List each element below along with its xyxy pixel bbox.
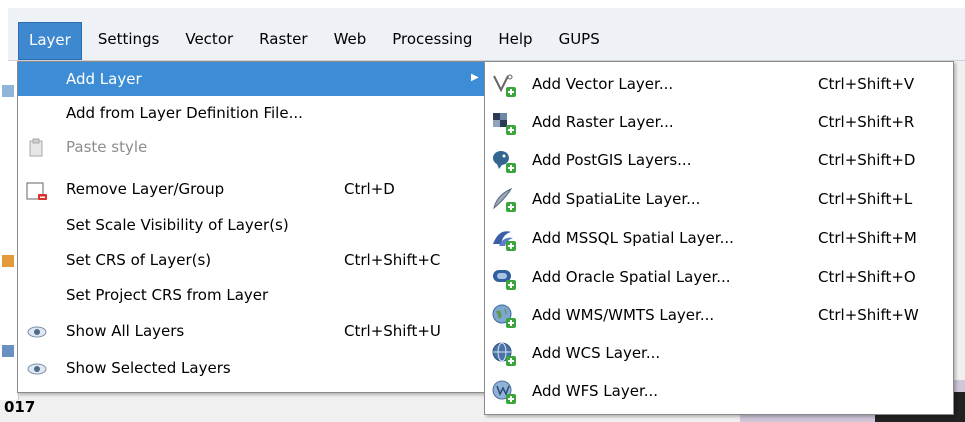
- menu-item-add-from-layer-definition[interactable]: Add from Layer Definition File...: [18, 96, 484, 130]
- remove-layer-icon: [26, 180, 47, 200]
- menu-raster[interactable]: Raster: [249, 22, 317, 58]
- menu-item-label: Add MSSQL Spatial Layer...: [532, 229, 734, 247]
- background-label: 017: [4, 398, 36, 416]
- clipboard-icon: [26, 138, 46, 158]
- spatialite-icon: [491, 187, 516, 212]
- vector-layer-icon: [491, 72, 516, 97]
- wcs-icon: [491, 341, 516, 366]
- menu-item-add-layer[interactable]: Add Layer ▶: [18, 62, 484, 96]
- menu-gups[interactable]: GUPS: [549, 22, 610, 58]
- layer-menu: Add Layer ▶ Add from Layer Definition Fi…: [17, 61, 485, 393]
- menu-layer[interactable]: Layer: [18, 22, 82, 60]
- menu-item-label: Remove Layer/Group: [66, 180, 225, 198]
- shortcut-label: Ctrl+Shift+C: [344, 251, 441, 269]
- menu-web[interactable]: Web: [324, 22, 377, 58]
- postgis-icon: [491, 148, 516, 173]
- eye-icon: [26, 322, 47, 342]
- shortcut-label: Ctrl+Shift+M: [818, 229, 917, 247]
- menu-item-add-spatialite-layer[interactable]: Add SpatiaLite Layer... Ctrl+Shift+L: [485, 181, 953, 215]
- mssql-icon: [491, 226, 516, 251]
- raster-layer-icon: [491, 110, 516, 135]
- shortcut-label: Ctrl+Shift+D: [818, 151, 916, 169]
- menu-item-set-project-crs[interactable]: Set Project CRS from Layer: [18, 278, 484, 312]
- menu-item-label: Paste style: [66, 138, 148, 156]
- menu-item-add-oracle-spatial-layer[interactable]: Add Oracle Spatial Layer... Ctrl+Shift+O: [485, 259, 953, 293]
- menu-item-add-postgis-layers[interactable]: Add PostGIS Layers... Ctrl+Shift+D: [485, 142, 953, 176]
- menu-item-add-mssql-spatial-layer[interactable]: Add MSSQL Spatial Layer... Ctrl+Shift+M: [485, 220, 953, 254]
- menu-item-label: Show Selected Layers: [66, 359, 231, 377]
- menu-settings[interactable]: Settings: [88, 22, 170, 58]
- eye-icon: [26, 359, 47, 379]
- shortcut-label: Ctrl+D: [344, 180, 395, 198]
- menu-item-label: Add SpatiaLite Layer...: [532, 190, 701, 208]
- menu-item-label: Add WMS/WMTS Layer...: [532, 306, 715, 324]
- menu-item-add-raster-layer[interactable]: Add Raster Layer... Ctrl+Shift+R: [485, 104, 953, 138]
- menu-item-label: Add Oracle Spatial Layer...: [532, 268, 731, 286]
- shortcut-label: Ctrl+Shift+O: [818, 268, 916, 286]
- shortcut-label: Ctrl+Shift+R: [818, 113, 915, 131]
- window-top: [0, 0, 965, 8]
- menu-item-add-vector-layer[interactable]: Add Vector Layer... Ctrl+Shift+V: [485, 66, 953, 100]
- menu-item-label: Add PostGIS Layers...: [532, 151, 692, 169]
- menu-item-set-scale-visibility[interactable]: Set Scale Visibility of Layer(s): [18, 208, 484, 242]
- shortcut-label: Ctrl+Shift+U: [344, 322, 441, 340]
- menu-item-remove-layer-group[interactable]: Remove Layer/Group Ctrl+D: [18, 172, 484, 206]
- menu-bar: Layer Settings Vector Raster Web Process…: [8, 8, 965, 61]
- shortcut-label: Ctrl+Shift+V: [818, 75, 915, 93]
- menu-item-label: Add from Layer Definition File...: [66, 104, 303, 122]
- shortcut-label: Ctrl+Shift+L: [818, 190, 913, 208]
- wms-icon: [491, 303, 516, 328]
- menu-item-add-wfs-layer[interactable]: Add WFS Layer...: [485, 373, 953, 407]
- menu-item-label: Add Raster Layer...: [532, 113, 674, 131]
- menu-item-label: Add WFS Layer...: [532, 382, 659, 400]
- menu-item-label: Add Vector Layer...: [532, 75, 674, 93]
- menu-item-label: Show All Layers: [66, 322, 185, 340]
- menu-item-paste-style: Paste style: [18, 130, 484, 164]
- menu-item-show-all-layers[interactable]: Show All Layers Ctrl+Shift+U: [18, 314, 484, 348]
- menu-item-label: Add Layer: [66, 70, 142, 88]
- add-layer-submenu: Add Vector Layer... Ctrl+Shift+V Add Ras…: [484, 61, 954, 415]
- menu-vector[interactable]: Vector: [175, 22, 243, 58]
- wfs-icon: [491, 379, 516, 404]
- panel-icon: [2, 345, 14, 357]
- menu-item-show-selected-layers[interactable]: Show Selected Layers: [18, 351, 484, 385]
- menu-help[interactable]: Help: [488, 22, 542, 58]
- menu-processing[interactable]: Processing: [382, 22, 482, 58]
- submenu-arrow-icon: ▶: [471, 72, 479, 83]
- menu-item-set-crs-of-layers[interactable]: Set CRS of Layer(s) Ctrl+Shift+C: [18, 243, 484, 277]
- menu-item-label: Add WCS Layer...: [532, 344, 661, 362]
- shortcut-label: Ctrl+Shift+W: [818, 306, 919, 324]
- menu-item-add-wms-wmts-layer[interactable]: Add WMS/WMTS Layer... Ctrl+Shift+W: [485, 297, 953, 331]
- menu-item-label: Set CRS of Layer(s): [66, 251, 212, 269]
- menu-item-label: Set Scale Visibility of Layer(s): [66, 216, 289, 234]
- oracle-icon: [491, 265, 516, 290]
- menu-item-label: Set Project CRS from Layer: [66, 286, 269, 304]
- panel-icon: [2, 255, 14, 267]
- panel-icon: [2, 85, 14, 97]
- menu-item-add-wcs-layer[interactable]: Add WCS Layer...: [485, 335, 953, 369]
